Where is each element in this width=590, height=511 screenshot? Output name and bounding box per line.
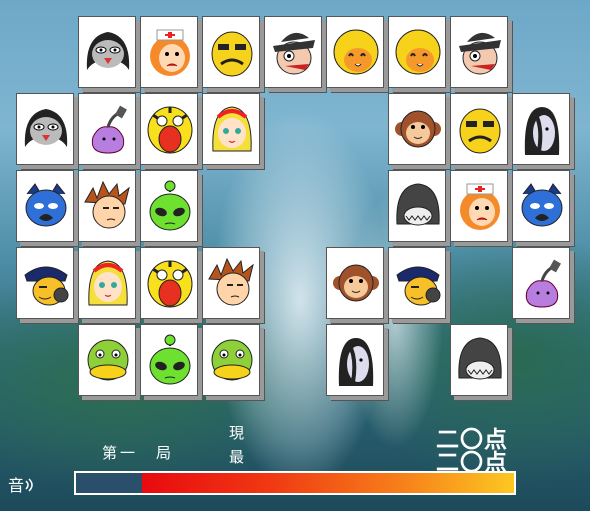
tile[interactable] [16,170,74,242]
tile[interactable] [388,16,446,88]
tile[interactable] [388,170,446,242]
tile[interactable] [78,170,136,242]
tile[interactable] [512,247,570,319]
tile[interactable] [450,93,508,165]
tiger-icon [147,260,193,308]
nurse-icon [460,183,500,230]
ghost-icon [338,338,374,386]
hat-man-icon [459,32,501,75]
alien-icon [149,180,191,231]
tile[interactable] [388,247,446,319]
plug-icon [525,259,561,308]
speaker-waves-icon [25,478,33,492]
current-score-label: 現 [229,424,247,442]
round-label: 第一 局 [102,444,175,462]
waterfall-background: 現 最 第一 局 二〇点 二〇点 音 [0,0,590,511]
bald-man-icon [211,31,253,77]
tile[interactable] [512,93,570,165]
tile[interactable] [78,93,136,165]
ghost-icon [524,107,560,155]
gray-blob-icon [396,183,440,226]
tile[interactable] [140,16,198,88]
tile[interactable] [140,324,198,396]
tile[interactable] [326,324,384,396]
time-remaining-fill [141,473,514,493]
yellow-girl-icon [333,29,379,75]
monkey-icon [333,264,379,302]
tile[interactable] [78,324,136,396]
best-score-label: 最 [229,448,247,466]
tile[interactable] [202,247,260,319]
alien-icon [149,334,191,385]
tile[interactable] [78,16,136,88]
plug-icon [91,105,127,154]
tile[interactable] [16,93,74,165]
blonde-girl-icon [212,106,252,152]
blue-cat-icon [521,183,563,227]
tile[interactable] [78,247,136,319]
time-remaining-bar [74,471,516,495]
yellow-girl-icon [395,29,441,75]
tile[interactable] [450,16,508,88]
nurse-icon [150,29,190,76]
cap-boy-icon [396,266,441,306]
duck-icon [211,339,253,381]
bald-man-icon [459,108,501,154]
penguin-icon [86,32,130,70]
tile[interactable] [326,247,384,319]
duck-icon [87,339,129,381]
spiky-boy-icon [84,180,130,229]
tile[interactable] [202,324,260,396]
sound-toggle[interactable]: 音 [8,472,36,496]
blonde-girl-icon [88,260,128,306]
gray-blob-icon [458,337,502,380]
tile[interactable] [450,324,508,396]
penguin-icon [24,109,68,147]
monkey-icon [395,110,441,148]
tile[interactable] [512,170,570,242]
tile[interactable] [202,16,260,88]
spiky-boy-icon [208,257,254,306]
tile[interactable] [388,93,446,165]
tiger-icon [147,106,193,154]
sound-label: 音 [8,476,25,495]
tile[interactable] [326,16,384,88]
tile[interactable] [16,247,74,319]
cap-boy-icon [24,266,69,306]
tile[interactable] [140,93,198,165]
tile[interactable] [140,247,198,319]
hat-man-icon [273,32,315,75]
tile[interactable] [202,93,260,165]
blue-cat-icon [25,183,67,227]
tile[interactable] [140,170,198,242]
tile[interactable] [450,170,508,242]
tile[interactable] [264,16,322,88]
